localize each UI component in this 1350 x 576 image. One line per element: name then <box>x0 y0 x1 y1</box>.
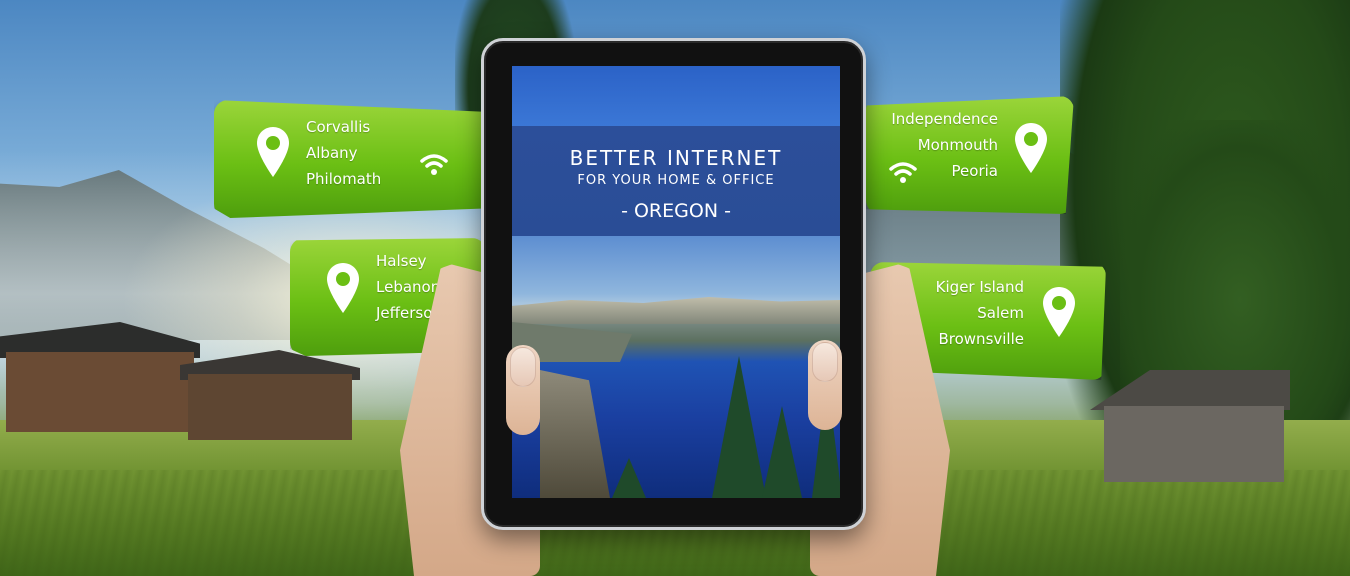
tablet-screen: BETTER INTERNET FOR YOUR HOME & OFFICE -… <box>512 66 840 498</box>
location-pin-icon <box>327 263 359 313</box>
headline: BETTER INTERNET <box>569 146 783 170</box>
wifi-icon <box>420 154 448 175</box>
city-name: Halsey <box>376 252 427 270</box>
city-name: Independence <box>891 110 998 128</box>
city-name: Brownsville <box>938 330 1024 348</box>
city-name: Peoria <box>951 162 998 180</box>
city-ribbon-independence: Independence Monmouth Peoria <box>866 96 1074 214</box>
city-name: Monmouth <box>917 136 998 154</box>
city-list: Independence Monmouth Peoria <box>866 106 998 184</box>
wifi-icon <box>889 162 917 183</box>
wooden-cabin-right <box>1090 370 1290 482</box>
city-ribbon-corvallis: Corvallis Albany Philomath <box>214 100 484 218</box>
city-name: Albany <box>306 144 358 162</box>
city-list: Corvallis Albany Philomath <box>306 114 381 192</box>
location-pin-icon <box>1015 123 1047 173</box>
location-pin-icon <box>257 127 289 177</box>
city-name: Lebanon <box>376 278 441 296</box>
wooden-cabin-center-left <box>180 350 360 440</box>
region-label: - OREGON - <box>621 200 731 222</box>
right-thumbnail <box>812 342 838 382</box>
subheadline: FOR YOUR HOME & OFFICE <box>577 173 775 188</box>
location-pin-icon <box>1043 287 1075 337</box>
screen-banner: BETTER INTERNET FOR YOUR HOME & OFFICE -… <box>512 126 840 236</box>
wooden-cabin-left <box>0 322 200 432</box>
city-name: Kiger Island <box>935 278 1024 296</box>
city-name: Philomath <box>306 170 382 188</box>
screen-sky <box>512 66 840 126</box>
city-name: Salem <box>977 304 1024 322</box>
city-name: Corvallis <box>306 118 371 136</box>
left-thumbnail <box>510 347 536 387</box>
